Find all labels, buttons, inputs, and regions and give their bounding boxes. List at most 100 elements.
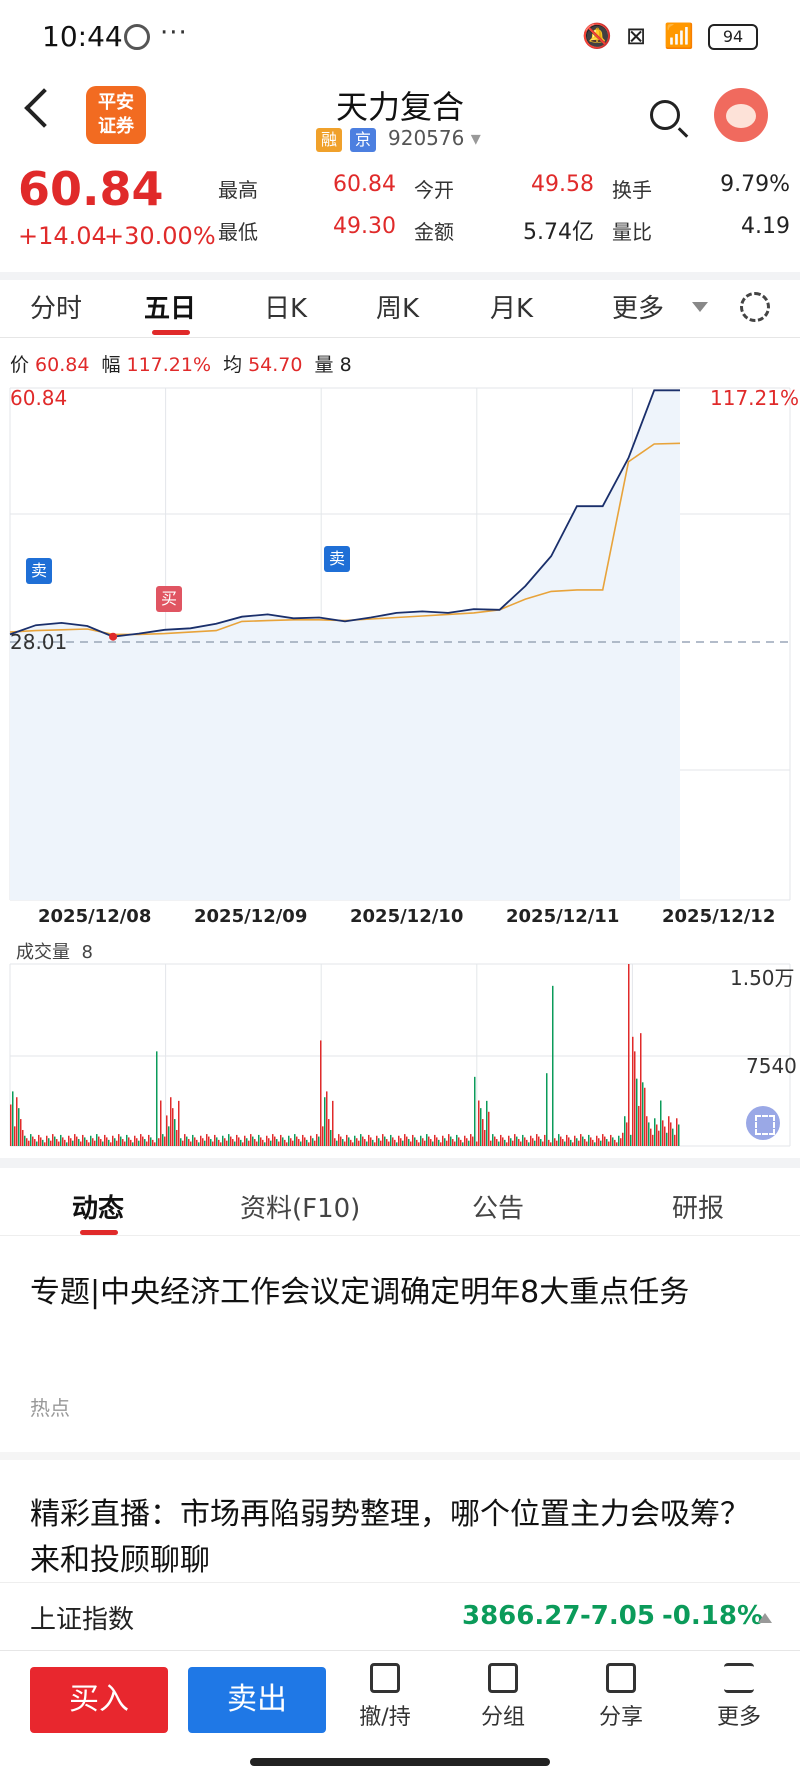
date-label: 2025/12/11: [506, 906, 620, 927]
news-item-title[interactable]: 精彩直播：市场再陷弱势整理，哪个位置主力会吸筹？来和投顾聊聊: [30, 1492, 750, 1584]
volume-bar: [522, 1134, 524, 1146]
quote-panel: 60.84 +14.04 +30.00% 最高 60.84 最低 49.30 今…: [0, 162, 800, 272]
stock-header: 平安 证券 天力复合 融 京 920576 ▾: [0, 76, 800, 162]
volume-bar: [670, 1122, 672, 1146]
sell-button[interactable]: 卖出: [188, 1667, 326, 1733]
tab-more[interactable]: 更多: [612, 288, 664, 325]
share-button[interactable]: 分享: [576, 1663, 666, 1731]
volume-bar: [532, 1138, 534, 1146]
tab-daily-k[interactable]: 日K: [264, 288, 307, 325]
volume-bar: [200, 1135, 202, 1146]
volume-bar: [330, 1129, 332, 1146]
tab-f10[interactable]: 资料(F10): [240, 1188, 360, 1225]
volume-bar: [60, 1134, 62, 1146]
volume-bar: [362, 1136, 364, 1146]
expand-up-icon[interactable]: [758, 1613, 772, 1623]
expand-chart-icon[interactable]: [746, 1106, 780, 1140]
volume-bar: [440, 1142, 442, 1146]
price-change-pct: +30.00%: [104, 222, 216, 250]
volume-bar: [26, 1138, 28, 1146]
volume-bar: [126, 1134, 128, 1146]
volume-bar: [34, 1139, 36, 1146]
tab-monthly-k[interactable]: 月K: [490, 288, 533, 325]
avatar[interactable]: [714, 88, 768, 142]
volume-bar: [446, 1140, 448, 1146]
volume-bar: [582, 1136, 584, 1146]
volume-bar: [602, 1134, 604, 1146]
volume-bar: [520, 1141, 522, 1146]
chart-tabs: 分时 五日 日K 周K 月K 更多: [0, 280, 800, 338]
volume-bar: [186, 1136, 188, 1146]
high-label: 最高: [218, 178, 258, 202]
volume-bar: [314, 1140, 316, 1146]
tab-news[interactable]: 动态: [72, 1188, 124, 1225]
volume-bar: [460, 1139, 462, 1146]
volume-bar: [548, 1139, 550, 1146]
more-button[interactable]: 更多: [694, 1663, 784, 1731]
volume-bar: [128, 1137, 130, 1146]
stock-code[interactable]: 920576 ▾: [388, 126, 481, 150]
volume-bar: [676, 1118, 678, 1146]
volume-bar: [22, 1129, 24, 1146]
tab-five-day[interactable]: 五日: [144, 288, 196, 325]
volume-bar: [98, 1136, 100, 1146]
search-icon[interactable]: [650, 100, 680, 130]
date-label: 2025/12/12: [662, 906, 776, 927]
volume-bar: [416, 1139, 418, 1146]
volume-bar: [184, 1134, 186, 1146]
info-avg: 54.70: [248, 354, 303, 376]
volume-bar: [412, 1134, 414, 1146]
volume-bar: [572, 1142, 574, 1146]
volume-bar: [544, 1134, 546, 1146]
volume-bar: [434, 1134, 436, 1146]
volume-bar: [576, 1138, 578, 1146]
volume-bar: [428, 1136, 430, 1146]
volume-y-max: 1.50万: [730, 966, 795, 990]
five-day-price-chart[interactable]: [0, 384, 800, 902]
active-tab-indicator: [152, 330, 190, 335]
volume-bar: [356, 1138, 358, 1146]
news-item-title[interactable]: 专题|中央经济工作会议定调确定明年8大重点任务: [30, 1270, 750, 1316]
volume-bar: [282, 1137, 284, 1146]
group-button[interactable]: 分组: [458, 1663, 548, 1731]
volume-bar: [348, 1137, 350, 1146]
volume-bar: [130, 1139, 132, 1146]
index-ticker[interactable]: 上证指数 3866.27 -7.05 -0.18%: [0, 1582, 800, 1650]
more-dropdown-icon[interactable]: [692, 302, 708, 312]
volume-bar: [430, 1139, 432, 1146]
volume-bar: [616, 1142, 618, 1146]
volume-bar: [292, 1140, 294, 1146]
volume-bar: [482, 1119, 484, 1146]
volume-bar: [120, 1136, 122, 1146]
volume-bar: [344, 1141, 346, 1146]
volume-bar: [36, 1141, 38, 1146]
volume-bar: [76, 1136, 78, 1146]
volume-bar: [216, 1137, 218, 1146]
volume-bar: [650, 1128, 652, 1146]
buy-marker[interactable]: 买: [156, 586, 182, 612]
volume-bar: [640, 1033, 642, 1146]
withdraw-button[interactable]: 撤/持: [340, 1663, 430, 1731]
volume-bar: [410, 1141, 412, 1146]
sell-marker[interactable]: 卖: [324, 546, 350, 572]
volume-bar: [14, 1126, 16, 1146]
volume-bar: [78, 1139, 80, 1146]
volume-bar: [368, 1134, 370, 1146]
more-dots-icon: ···: [160, 18, 188, 48]
info-amp: 117.21%: [126, 354, 212, 376]
buy-point-dot: [109, 632, 118, 641]
volume-bar: [336, 1140, 338, 1146]
tab-research[interactable]: 研报: [672, 1188, 724, 1225]
sell-marker[interactable]: 卖: [26, 558, 52, 584]
volume-bar: [516, 1136, 518, 1146]
volume-bar: [464, 1135, 466, 1146]
buy-button[interactable]: 买入: [30, 1667, 168, 1733]
tab-announcements[interactable]: 公告: [472, 1188, 524, 1225]
volume-bar: [402, 1140, 404, 1146]
volume-bar: [408, 1139, 410, 1146]
tab-weekly-k[interactable]: 周K: [376, 288, 419, 325]
settings-gear-icon[interactable]: [740, 292, 770, 322]
tab-intraday[interactable]: 分时: [30, 288, 82, 325]
volume-bar: [666, 1132, 668, 1146]
volume-chart[interactable]: [0, 960, 800, 1150]
